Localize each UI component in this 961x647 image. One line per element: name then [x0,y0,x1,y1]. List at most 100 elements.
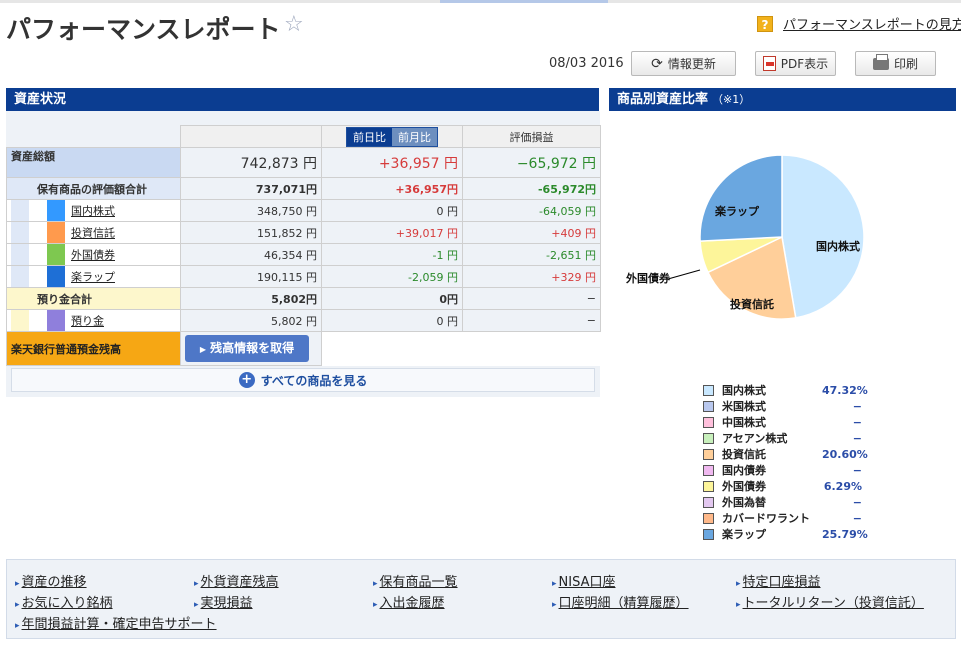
item-color-swatch [47,310,65,331]
link-label: 保有商品一覧 [379,575,458,590]
link-specific-account-pl[interactable]: ▸ 特定口座損益 [736,571,821,590]
link-label: 入出金履歴 [379,596,445,611]
link-nisa[interactable]: ▸ NISA口座 [552,571,615,590]
help-link[interactable]: パフォーマンスレポートの見方 [783,14,961,33]
link-holdings-list[interactable]: ▸ 保有商品一覧 [373,571,458,590]
legend-swatch [703,400,714,412]
legend-swatch [703,528,714,540]
link-label: 資産の推移 [21,575,87,590]
legend-swatch [703,416,714,428]
legend-item: 国内債券 − [703,462,873,478]
item-change: +39,017 円 [321,221,463,244]
total-assets-pl: −65,972 円 [462,147,601,178]
report-date: 08/03 2016 [549,56,624,71]
cash-total-pl: − [462,287,601,310]
table-row: 預り金 5,802 円 0 円 − [6,309,601,332]
cash-total-label: 預り金合計 [37,292,92,306]
link-deposit-history[interactable]: ▸ 入出金履歴 [373,592,445,611]
legend-name: 外国債券 [722,480,766,493]
legend-value: − [852,495,862,509]
pie-label-fund: 投資信託 [730,297,774,311]
item-change: -1 円 [321,243,463,266]
legend-name: 国内株式 [722,384,766,397]
asset-ratio-pie-chart: 国内株式 投資信託 外国債券 楽ラップ [625,154,865,320]
link-favorites[interactable]: ▸ お気に入り銘柄 [15,592,113,611]
holdings-label-cell: 保有商品の評価額合計 [6,177,181,200]
see-all-products-button[interactable]: + すべての商品を見る [11,368,595,392]
bank-empty [321,331,463,366]
pie-label-domestic: 国内株式 [816,239,860,253]
item-color-swatch [47,222,65,243]
ratio-section-title: 商品別資産比率 [617,92,709,107]
link-account-statement[interactable]: ▸ 口座明細（精算履歴） [552,592,689,611]
link-foreign-assets[interactable]: ▸ 外貨資産残高 [194,571,279,590]
printer-icon [872,53,889,70]
cash-label-cell: 預り金合計 [6,287,181,310]
indent [11,310,29,331]
assets-section-title: 資産状況 [14,92,67,107]
bank-empty [462,331,601,366]
get-balance-button-label: 残高情報を取得 [210,341,295,355]
table-row: 楽ラップ 190,115 円 -2,059 円 +329 円 [6,265,601,288]
item-pl: − [462,309,601,332]
help-link-group[interactable]: ? パフォーマンスレポートの見方 [757,14,961,33]
print-button[interactable]: 印刷 [855,51,936,76]
legend-value: − [852,511,862,525]
legend-value: − [852,399,862,413]
top-border [0,0,961,3]
item-link-rakuwrap[interactable]: 楽ラップ [71,271,115,284]
total-assets-label: 資産総額 [6,147,181,178]
get-balance-button[interactable]: ▶ 残高情報を取得 [185,335,309,362]
refresh-button[interactable]: ⟳ 情報更新 [631,51,736,76]
legend-name: アセアン株式 [722,432,788,445]
link-label: お気に入り銘柄 [21,596,113,611]
item-pl: +409 円 [462,221,601,244]
legend-item: 外国債券 6.29% [703,478,873,494]
tab-day-change[interactable]: 前日比 [347,127,392,146]
arrow-right-icon: ▸ [15,621,20,631]
item-link-foreign-bond[interactable]: 外国債券 [71,249,115,262]
legend-value: 25.79% [822,527,868,541]
legend-item: 中国株式 − [703,414,873,430]
see-all-label: すべての商品を見る [260,373,368,388]
indent [11,244,29,265]
refresh-icon: ⟳ [651,55,663,72]
active-tab-indicator [440,0,608,3]
holdings-pl: -65,972円 [462,177,601,200]
refresh-button-label: 情報更新 [667,57,716,71]
pie-slice-domestic [781,154,865,319]
item-link-fund[interactable]: 投資信託 [71,227,115,240]
ratio-section-header: 商品別資産比率 （※1） [609,88,956,111]
pie-label-wrap: 楽ラップ [714,204,760,218]
holdings-change: +36,957円 [321,177,463,200]
favorite-star-icon[interactable]: ☆ [284,12,304,37]
legend-item: 外国為替 − [703,494,873,510]
link-realized-pl[interactable]: ▸ 実現損益 [194,592,253,611]
table-row: 国内株式 348,750 円 0 円 -64,059 円 [6,199,601,222]
item-pl: -2,651 円 [462,243,601,266]
legend-swatch [703,384,714,396]
pdf-button-label: PDF表示 [780,57,829,71]
item-label-cell: 預り金 [6,309,181,332]
triangle-right-icon: ▶ [199,345,207,354]
tab-month-change[interactable]: 前月比 [392,127,437,146]
item-color-swatch [47,266,65,287]
indent [11,266,29,287]
assets-section-header: 資産状況 [6,88,599,111]
link-annual-tax-support[interactable]: ▸ 年間損益計算・確定申告サポート [15,613,217,632]
pie-legend: 国内株式 47.32% 米国株式 − 中国株式 − アセアン株式 − 投資信託 20.60… [703,382,873,542]
link-asset-history[interactable]: ▸ 資産の推移 [15,571,87,590]
legend-name: 米国株式 [722,400,766,413]
arrow-right-icon: ▸ [552,600,557,610]
item-label-cell: 外国債券 [6,243,181,266]
holdings-label: 保有商品の評価額合計 [37,182,147,196]
legend-value: 47.32% [822,383,868,397]
link-total-return[interactable]: ▸ トータルリターン（投資信託） [736,592,924,611]
item-link-domestic-stock[interactable]: 国内株式 [71,205,115,218]
legend-swatch [703,512,714,524]
pdf-button[interactable]: PDF表示 [755,51,836,76]
item-link-deposit[interactable]: 預り金 [71,315,104,328]
indent [11,178,29,199]
page-title: パフォーマンスレポート [6,15,281,44]
legend-name: 国内債券 [722,464,766,477]
